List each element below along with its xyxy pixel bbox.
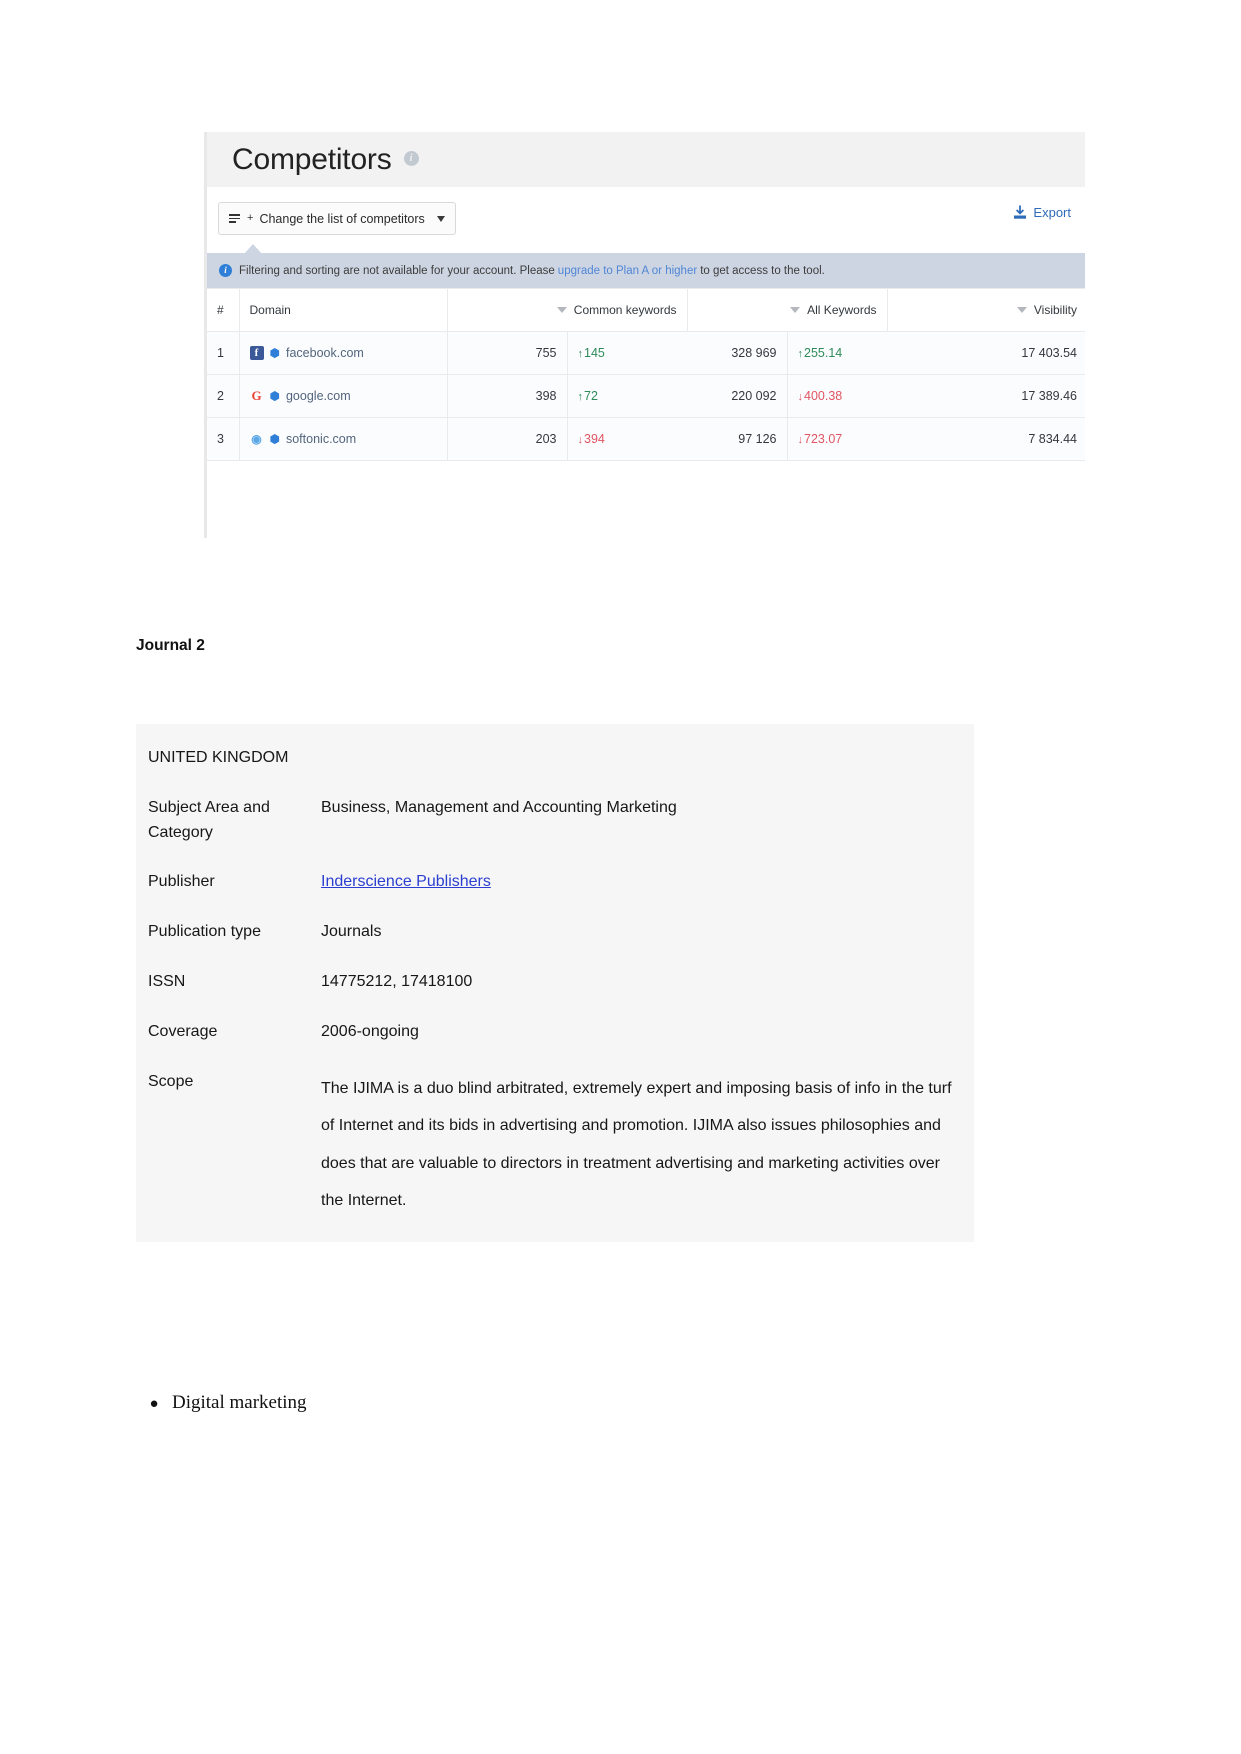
domain-label: softonic.com [285,432,357,446]
common-keywords-delta: ↓394 [567,417,687,461]
journal-label: UNITED KINGDOM [148,749,289,766]
journal-label: Publication type [148,923,261,941]
journal-row-publisher: Publisher Inderscience Publishers [136,870,974,895]
column-header-num: # [207,288,240,332]
table-header-row: # Domain Common keywords All Keywords Vi… [207,288,1085,332]
journal-label: ISSN [148,972,186,990]
sort-caret-icon [1016,307,1027,313]
download-icon [1014,205,1027,219]
table-row[interactable]: 1 f ⬢ facebook.com 755 ↑145 328 969 ↑255… [207,331,1085,375]
all-keywords-delta: ↑255.14 [787,331,887,375]
journal-row-publication-type: Publication type Journals [136,920,974,945]
upgrade-notice: i Filtering and sorting are not availabl… [207,253,1085,288]
external-link-icon[interactable]: ⬢ [270,433,280,445]
facebook-favicon: f [249,346,264,360]
visibility-value: 17 389.46 [887,374,1085,418]
journal-label: Scope [148,1072,194,1090]
upgrade-link[interactable]: upgrade to Plan A or higher [558,265,697,277]
journal-row-subject-area: Subject Area and Category Business, Mana… [136,796,974,846]
arrow-down-icon: ↓ [797,434,804,446]
section-heading: Journal 2 [136,637,205,654]
table-row[interactable]: 2 G ⬢ google.com 398 ↑72 220 092 ↓400.38… [207,374,1085,418]
column-header-visibility[interactable]: Visibility [887,288,1085,332]
journal-row-country: UNITED KINGDOM [136,746,974,771]
column-header-all-keywords-label: All Keywords [807,303,877,317]
arrow-up-icon: ↑ [577,348,584,360]
info-icon: i [219,264,232,277]
bullet-icon: ● [149,1396,159,1412]
journal-row-coverage: Coverage 2006-ongoing [136,1020,974,1045]
journal-value: Business, Management and Accounting Mark… [321,798,677,816]
common-keywords-delta: ↑72 [567,374,687,418]
table-row[interactable]: 3 ◉ ⬢ softonic.com 203 ↓394 97 126 ↓723.… [207,417,1085,461]
all-keywords-value: 220 092 [687,374,788,418]
google-favicon: G [251,388,262,403]
column-header-all-keywords[interactable]: All Keywords [687,288,888,332]
all-keywords-delta: ↓400.38 [787,374,887,418]
domain-cell[interactable]: G ⬢ google.com [239,374,448,418]
journal-info-table: UNITED KINGDOM Subject Area and Category… [136,724,974,1242]
column-header-common-keywords-label: Common keywords [573,303,677,317]
journal-row-issn: ISSN 14775212, 17418100 [136,970,974,995]
row-index: 3 [207,417,240,461]
arrow-up-icon: ↑ [577,391,584,403]
common-keywords-value: 755 [447,331,568,375]
notice-suffix: to get access to the tool. [700,264,825,277]
list-icon [229,214,240,223]
visibility-value: 7 834.44 [887,417,1085,461]
domain-cell[interactable]: ◉ ⬢ softonic.com [239,417,448,461]
page-title: Competitors [232,142,392,176]
list-item: ● Digital marketing [136,1392,974,1414]
common-keywords-value: 398 [447,374,568,418]
competitors-table: # Domain Common keywords All Keywords Vi… [207,288,1085,461]
visibility-value: 17 403.54 [887,331,1085,375]
row-index: 2 [207,374,240,418]
column-header-domain: Domain [239,288,448,332]
domain-label: facebook.com [285,346,364,360]
widget-header: Competitors i [207,132,1085,187]
common-keywords-value: 203 [447,417,568,461]
all-keywords-value: 97 126 [687,417,788,461]
journal-value: Inderscience Publishers [303,870,962,895]
toolbar: + Change the list of competitors Export [207,187,1085,254]
export-label: Export [1033,205,1071,220]
arrow-down-icon: ↓ [577,434,584,446]
domain-label: google.com [285,389,351,403]
journal-label: Subject Area and Category [148,798,270,841]
external-link-icon[interactable]: ⬢ [270,390,280,402]
change-competitors-button[interactable]: + Change the list of competitors [218,202,456,235]
column-header-common-keywords[interactable]: Common keywords [447,288,688,332]
journal-value: 14775212, 17418100 [321,972,473,990]
all-keywords-value: 328 969 [687,331,788,375]
info-icon[interactable]: i [403,150,419,166]
domain-cell[interactable]: f ⬢ facebook.com [239,331,448,375]
journal-value: 2006-ongoing [321,1022,419,1040]
softonic-favicon: ◉ [251,432,262,446]
competitors-widget: Competitors i + Change the list of compe… [204,132,1085,538]
list-item-label: Digital marketing [172,1392,307,1413]
export-button[interactable]: Export [1013,205,1071,220]
arrow-down-icon: ↓ [797,391,804,403]
sort-caret-icon [790,307,801,313]
change-competitors-label: Change the list of competitors [259,211,425,226]
chevron-down-icon [436,215,445,222]
journal-row-scope: Scope The IJIMA is a duo blind arbitrate… [136,1070,974,1220]
sort-caret-icon [556,307,567,313]
notice-prefix: Filtering and sorting are not available … [239,264,555,277]
publisher-link[interactable]: Inderscience Publishers [321,873,491,890]
all-keywords-delta: ↓723.07 [787,417,887,461]
external-link-icon[interactable]: ⬢ [270,347,280,359]
common-keywords-delta: ↑145 [567,331,687,375]
plus-icon: + [247,212,254,224]
journal-value: Journals [321,923,382,941]
row-index: 1 [207,331,240,375]
column-header-visibility-label: Visibility [1033,303,1077,317]
journal-value: The IJIMA is a duo blind arbitrated, ext… [321,1079,952,1210]
journal-label: Publisher [148,873,215,891]
table-empty-area [207,462,1085,538]
arrow-up-icon: ↑ [797,348,804,360]
journal-label: Coverage [148,1022,218,1040]
